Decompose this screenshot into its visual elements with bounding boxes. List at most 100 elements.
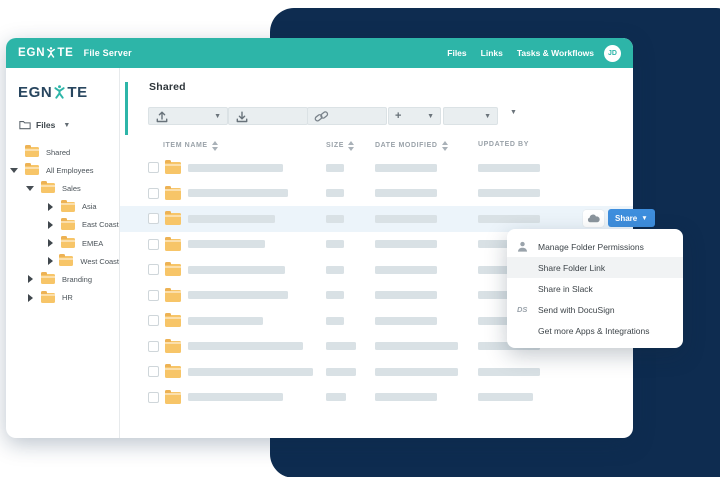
size-placeholder-bar [326,342,356,351]
plus-icon: + [395,109,402,122]
folder-icon [41,290,55,303]
sidebar-logo: EGN TE [18,84,119,101]
menu-item-share-folder-link[interactable]: Share Folder Link [507,257,683,278]
row-checkbox[interactable] [148,289,159,301]
size-placeholder-bar [326,393,346,402]
table-row[interactable]: Share ▼ [120,206,655,232]
folder-tree: Shared All Employees Sales Asia East Coast EM… [6,143,119,307]
column-header-size[interactable]: SIZE [326,141,354,151]
sidebar-item-branding[interactable]: Branding [6,270,119,288]
avatar[interactable]: JD [604,44,621,62]
row-checkbox[interactable] [148,366,159,377]
table-row[interactable] [120,385,633,411]
sidebar-item-all-employees[interactable]: All Employees [6,161,119,179]
top-nav-item-tasks-workflows[interactable]: Tasks & Workflows [517,48,594,58]
sidebar-item-asia[interactable]: Asia [6,198,119,216]
row-checkbox[interactable] [148,264,159,275]
sidebar-item-sales[interactable]: Sales [6,179,119,197]
table-row[interactable] [120,155,633,181]
toolbar-button-download[interactable] [228,107,308,125]
toolbar-button-upload[interactable]: ▼ [148,107,228,125]
accent-bar [125,82,128,135]
name-placeholder-bar [188,214,275,223]
menu-item-get-more-apps-integrations[interactable]: Get more Apps & Integrations [507,320,683,341]
tree-collapsed-icon[interactable] [26,294,41,302]
egnyte-brand: EGN TE [18,47,74,59]
menu-item-share-in-slack[interactable]: Share in Slack [507,278,683,299]
files-selector[interactable]: Files ▼ [19,120,119,130]
name-placeholder-bar [188,189,288,198]
folder-icon [61,236,75,249]
row-checkbox[interactable] [148,162,159,173]
tree-collapsed-icon[interactable] [46,203,61,211]
table-row[interactable] [120,359,633,385]
tree-expanded-icon[interactable] [26,182,41,195]
tree-item-label: HR [62,293,73,303]
egnyte-logo-icon [47,47,56,58]
menu-item-send-with-docusign[interactable]: DS Send with DocuSign [507,299,683,320]
row-checkbox[interactable] [148,213,159,224]
sidebar-brand-pre: EGN [18,84,53,101]
updated-by-placeholder-bar [478,367,540,376]
chevron-down-icon: ▼ [427,112,434,120]
toolbar-button-plus[interactable]: + ▼ [388,107,441,125]
column-label: SIZE [326,142,344,150]
date-modified-placeholder-bar [375,393,437,402]
tree-item-label: Branding [62,274,93,284]
date-modified-placeholder-bar [375,291,437,300]
folder-outline-icon [19,121,31,130]
column-header-updated-by: UPDATED BY [478,141,529,148]
share-button-label: Share [615,213,638,223]
toolbar-button-link[interactable] [307,107,387,125]
column-header-date-modified[interactable]: DATE MODIFIED [375,141,448,151]
folder-icon [165,389,181,404]
share-button[interactable]: Share ▼ [608,209,655,227]
sidebar-item-emea[interactable]: EMEA [6,234,119,252]
row-checkbox[interactable] [148,391,159,403]
tree-expanded-icon[interactable] [10,164,25,177]
chevron-down-icon: ▼ [63,121,71,129]
menu-item-label: Share in Slack [538,283,593,294]
top-nav-item-files[interactable]: Files [447,48,466,58]
tree-collapsed-icon[interactable] [46,239,61,247]
toolbar-button-extra[interactable]: ▼ [443,107,498,125]
row-checkbox[interactable] [148,315,159,326]
size-placeholder-bar [326,265,344,274]
tree-collapsed-icon[interactable] [46,221,61,229]
sort-icon [441,141,448,151]
size-placeholder-bar [326,189,344,198]
sidebar-item-west-coast[interactable]: West Coast [6,252,119,270]
date-modified-placeholder-bar [375,342,458,351]
list-view-options-button[interactable]: ▼ [505,109,517,116]
name-placeholder-bar [188,291,288,300]
row-checkbox[interactable] [148,340,159,352]
top-nav-item-links[interactable]: Links [481,48,503,58]
updated-by-placeholder-bar [478,393,533,402]
row-checkbox[interactable] [148,238,159,250]
table-row[interactable] [120,181,633,207]
updated-by-placeholder-bar [478,214,540,223]
column-header-item-name[interactable]: ITEM NAME [163,141,218,151]
menu-item-label: Get more Apps & Integrations [538,325,650,336]
column-label: ITEM NAME [163,142,208,150]
folder-icon [165,338,181,353]
menu-item-label: Manage Folder Permissions [538,241,644,252]
chevron-down-icon: ▼ [510,109,517,116]
tree-item-label: Sales [62,183,81,193]
tree-collapsed-icon[interactable] [26,275,41,283]
sidebar-item-east-coast[interactable]: East Coast [6,216,119,234]
upload-icon [155,110,169,123]
column-label: UPDATED BY [478,141,529,148]
cloud-upload-button[interactable] [583,210,604,227]
size-placeholder-bar [326,240,344,249]
files-label: Files [36,120,56,130]
tree-collapsed-icon[interactable] [46,257,59,265]
name-placeholder-bar [188,316,263,325]
folder-icon [165,313,181,327]
menu-item-manage-folder-permissions[interactable]: Manage Folder Permissions [507,236,683,257]
folder-icon [25,163,39,176]
sidebar-item-hr[interactable]: HR [6,289,119,307]
row-checkbox[interactable] [148,187,159,199]
sidebar-item-shared[interactable]: Shared [6,143,119,161]
table-header: ITEM NAME SIZE DATE MODIFIED UPDATED BY [120,141,633,153]
